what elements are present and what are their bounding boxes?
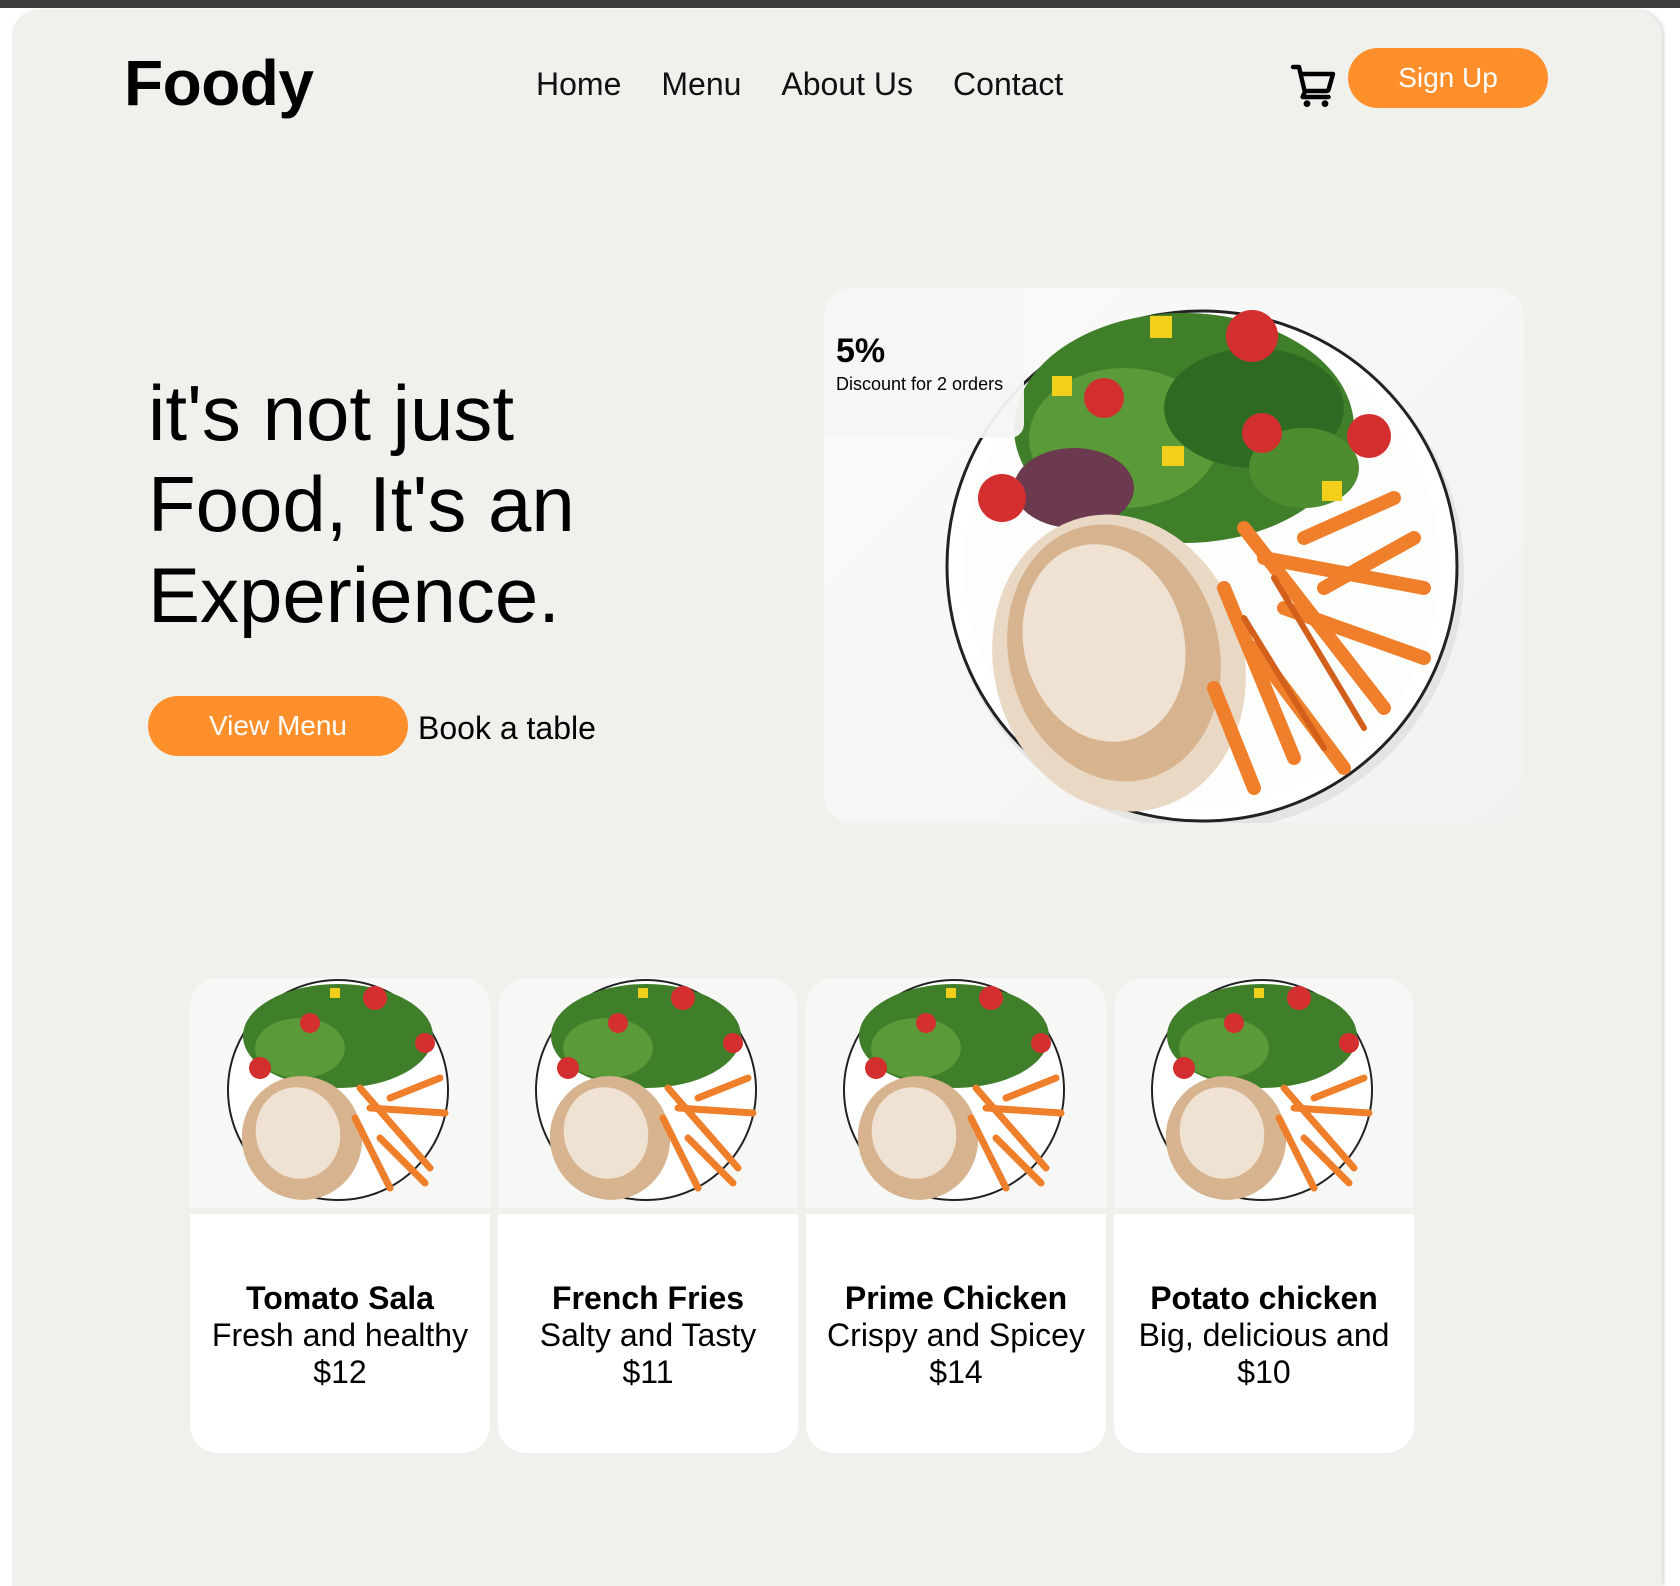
product-card[interactable]: Prime Chicken Crispy and Spicey $14: [806, 978, 1106, 1453]
product-price: $12: [313, 1354, 367, 1390]
product-image: [498, 978, 798, 1208]
logo[interactable]: Foody: [124, 46, 314, 120]
product-description: Salty and Tasty: [539, 1317, 757, 1353]
nav-about-us[interactable]: About Us: [781, 66, 913, 103]
hero-title-line: Experience.: [148, 551, 560, 639]
hero-title-line: Food, It's an: [148, 460, 575, 548]
product-card[interactable]: Potato chicken Big, delicious and $10: [1114, 978, 1414, 1453]
hero-title: it's not just Food, It's an Experience.: [148, 368, 575, 641]
product-image: [190, 978, 490, 1208]
product-name: French Fries: [551, 1280, 745, 1316]
product-price: $11: [622, 1354, 674, 1390]
product-card[interactable]: French Fries Salty and Tasty $11: [498, 978, 798, 1453]
nav-contact[interactable]: Contact: [953, 66, 1063, 103]
window-edge: [1662, 10, 1680, 1586]
discount-badge: 5% Discount for 2 orders: [824, 288, 1024, 438]
card-divider: [806, 1208, 1106, 1214]
page-frame: Foody Home Menu About Us Contact Sign Up…: [12, 10, 1662, 1586]
nav-menu[interactable]: Menu: [661, 66, 741, 103]
hero-image-card: 5% Discount for 2 orders: [824, 288, 1524, 823]
product-name: Tomato Sala: [246, 1280, 434, 1316]
book-table-link[interactable]: Book a table: [418, 710, 596, 747]
hero-title-line: it's not just: [148, 369, 515, 457]
discount-text: Discount for 2 orders: [836, 374, 1004, 394]
card-divider: [1114, 1208, 1414, 1214]
product-image: [1114, 978, 1414, 1208]
top-bar: [0, 0, 1680, 8]
product-name: Prime Chicken: [844, 1280, 1068, 1316]
view-menu-button[interactable]: View Menu: [148, 696, 408, 756]
product-price: $10: [1237, 1354, 1291, 1390]
product-description: Fresh and healthy: [211, 1317, 469, 1353]
sign-up-button[interactable]: Sign Up: [1348, 48, 1548, 108]
product-card[interactable]: Tomato Sala Fresh and healthy $12: [190, 978, 490, 1453]
nav-home[interactable]: Home: [536, 66, 621, 103]
product-price: $14: [929, 1354, 983, 1390]
card-divider: [498, 1208, 798, 1214]
product-image: [806, 978, 1106, 1208]
product-description: Big, delicious and: [1138, 1317, 1390, 1353]
discount-percent: 5%: [836, 332, 886, 370]
cart-icon[interactable]: [1290, 62, 1338, 110]
main-nav: Home Menu About Us Contact: [536, 66, 1063, 103]
product-description: Crispy and Spicey: [827, 1317, 1085, 1353]
card-divider: [190, 1208, 490, 1214]
product-name: Potato chicken: [1150, 1280, 1378, 1316]
